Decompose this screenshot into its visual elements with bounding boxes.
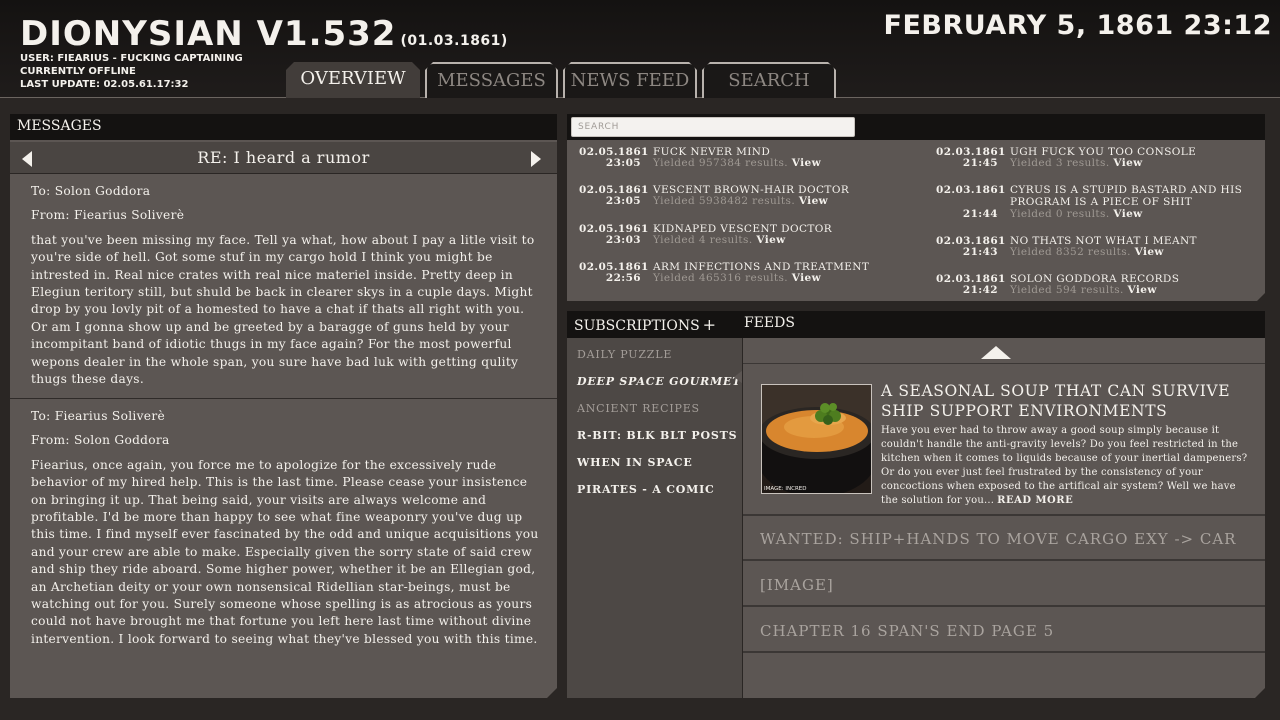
message-from: From: Fiearius Soliverè bbox=[31, 208, 185, 223]
search-result-item[interactable]: 02.03.1861 21:44 CYRUS IS A STUPID BASTA… bbox=[936, 184, 1256, 226]
feeds-title: FEEDS bbox=[744, 315, 795, 331]
result-time: 23:05 bbox=[605, 157, 641, 169]
status-line: CURRENTLY OFFLINE bbox=[20, 66, 136, 77]
app-header: DIONYSIAN V1.532 (01.03.1861) USER: FIEAR… bbox=[0, 0, 1280, 98]
message-subject-bar: RE: I heard a rumor bbox=[10, 142, 557, 174]
app-version-date: (01.03.1861) bbox=[400, 33, 508, 49]
search-result-item[interactable]: 02.05.1961 23:03 KIDNAPED VESCENT DOCTOR… bbox=[579, 223, 899, 253]
tab-search[interactable]: SEARCH bbox=[702, 62, 836, 98]
result-time: 21:43 bbox=[962, 246, 998, 258]
header-clock: FEBRUARY 5, 1861 23:12 bbox=[883, 10, 1272, 41]
subscriptions-title: SUBSCRIPTIONS + bbox=[574, 315, 716, 334]
message-item-2: To: Fiearius Soliverè From: Solon Goddor… bbox=[31, 408, 541, 648]
result-view-link[interactable]: View bbox=[792, 272, 821, 284]
result-yield: Yielded 4 results. bbox=[653, 234, 753, 246]
message-item-1: To: Solon Goddora From: Fiearius Soliver… bbox=[31, 183, 541, 388]
message-to: To: Solon Goddora bbox=[31, 184, 151, 198]
last-update-line: LAST UPDATE: 02.05.61.17:32 bbox=[20, 79, 189, 90]
result-yield: Yielded 0 results. bbox=[1010, 208, 1110, 220]
result-time: 22:56 bbox=[605, 272, 641, 284]
subscriptions-list: DAILY PUZZLE DEEP SPACE GOURMET ANCIENT … bbox=[567, 338, 742, 698]
subscription-item-daily-puzzle[interactable]: DAILY PUZZLE bbox=[577, 348, 672, 361]
add-subscription-button[interactable]: + bbox=[703, 315, 716, 334]
search-result-item[interactable]: 02.05.1861 22:56 ARM INFECTIONS AND TREA… bbox=[579, 261, 899, 291]
result-view-link[interactable]: View bbox=[1113, 157, 1142, 169]
feed-excerpt-text: Have you ever had to throw away a good s… bbox=[881, 425, 1248, 506]
result-view-link[interactable]: View bbox=[1113, 208, 1142, 220]
chevron-up-icon bbox=[981, 346, 1011, 359]
subscriptions-feeds-header: SUBSCRIPTIONS + FEEDS bbox=[567, 311, 1265, 338]
result-view-link[interactable]: View bbox=[1135, 246, 1164, 258]
result-time: 21:44 bbox=[962, 208, 998, 220]
feed-item-excerpt: Have you ever had to throw away a good s… bbox=[881, 424, 1254, 508]
image-caption: IMAGE: INCRED bbox=[764, 486, 807, 492]
result-time: 23:03 bbox=[605, 234, 641, 246]
result-time: 21:45 bbox=[962, 157, 998, 169]
subscriptions-label: SUBSCRIPTIONS bbox=[574, 318, 700, 334]
read-more-link[interactable]: READ MORE bbox=[997, 495, 1073, 506]
message-body: that you've been missing my face. Tell y… bbox=[31, 232, 535, 387]
message-to: To: Fiearius Soliverè bbox=[31, 409, 165, 423]
search-result-item[interactable]: 02.03.1861 21:45 UGH FUCK YOU TOO CONSOL… bbox=[936, 146, 1256, 176]
result-yield: Yielded 8352 results. bbox=[1010, 246, 1131, 258]
subscription-item-pirates-a-comic[interactable]: PIRATES - A COMIC bbox=[577, 483, 715, 496]
result-yield: Yielded 465316 results. bbox=[653, 272, 788, 284]
messages-panel: MESSAGES RE: I heard a rumor To: Solon G… bbox=[10, 114, 557, 698]
result-yield: Yielded 594 results. bbox=[1010, 284, 1124, 296]
search-result-item[interactable]: 02.03.1861 21:42 SOLON GODDORA RECORDS Y… bbox=[936, 273, 1256, 303]
search-result-item[interactable]: 02.05.1861 23:05 VESCENT BROWN-HAIR DOCT… bbox=[579, 184, 899, 214]
messages-panel-title: MESSAGES bbox=[10, 114, 557, 140]
result-time: 21:42 bbox=[962, 284, 998, 296]
tab-overview[interactable]: OVERVIEW bbox=[286, 62, 420, 98]
result-date: 02.03.1861 bbox=[936, 184, 1006, 196]
feed-scroll-up-button[interactable] bbox=[743, 338, 1265, 364]
message-body: Fiearius, once again, you force me to ap… bbox=[31, 457, 539, 646]
subscriptions-feeds-panel: SUBSCRIPTIONS + FEEDS DAILY PUZZLE DEEP S… bbox=[567, 311, 1265, 698]
result-title-line2: PROGRAM IS A PIECE OF SHIT bbox=[1010, 196, 1193, 208]
result-view-link[interactable]: View bbox=[792, 157, 821, 169]
feed-item-title[interactable]: A SEASONAL SOUP THAT CAN SURVIVE SHIP SU… bbox=[881, 381, 1261, 421]
result-title: CYRUS IS A STUPID BASTARD AND HIS bbox=[1010, 184, 1243, 196]
soup-image: IMAGE: INCRED bbox=[761, 384, 872, 494]
message-divider bbox=[10, 398, 557, 399]
feeds-list: IMAGE: INCRED A SEASONAL SOUP THAT CAN S… bbox=[743, 338, 1265, 698]
result-view-link[interactable]: View bbox=[756, 234, 785, 246]
feed-item-wanted[interactable]: WANTED: SHIP+HANDS TO MOVE CARGO EXY -> … bbox=[743, 517, 1265, 561]
result-time: 23:05 bbox=[605, 195, 641, 207]
tab-news-feed[interactable]: NEWS FEED bbox=[563, 62, 697, 98]
result-view-link[interactable]: View bbox=[1128, 284, 1157, 296]
search-result-item[interactable]: 02.05.1861 23:05 FUCK NEVER MIND Yielded… bbox=[579, 146, 899, 176]
feed-item-chapter[interactable]: CHAPTER 16 SPAN'S END PAGE 5 bbox=[743, 609, 1265, 653]
subscription-item-deep-space-gourmet[interactable]: DEEP SPACE GOURMET bbox=[577, 375, 741, 388]
app-name: DIONYSIAN V1.532 bbox=[20, 14, 397, 54]
result-view-link[interactable]: View bbox=[799, 195, 828, 207]
search-header-bar bbox=[567, 114, 1265, 140]
result-yield: Yielded 957384 results. bbox=[653, 157, 788, 169]
message-subject: RE: I heard a rumor bbox=[197, 148, 370, 167]
search-panel: 02.05.1861 23:05 FUCK NEVER MIND Yielded… bbox=[567, 114, 1265, 301]
soup-bowl-illustration bbox=[762, 385, 872, 494]
search-result-item[interactable]: 02.03.1861 21:43 NO THATS NOT WHAT I MEA… bbox=[936, 235, 1256, 265]
result-yield: Yielded 3 results. bbox=[1010, 157, 1110, 169]
user-line: USER: FIEARIUS - FUCKING CAPTAINING bbox=[20, 53, 243, 64]
result-yield: Yielded 5938482 results. bbox=[653, 195, 796, 207]
feed-item-featured[interactable]: IMAGE: INCRED A SEASONAL SOUP THAT CAN S… bbox=[743, 365, 1265, 516]
subscription-item-ancient-recipes[interactable]: ANCIENT RECIPES bbox=[577, 402, 700, 415]
app-title: DIONYSIAN V1.532 (01.03.1861) bbox=[20, 14, 508, 54]
subscription-item-when-in-space[interactable]: WHEN IN SPACE bbox=[577, 456, 693, 469]
feed-item-image[interactable]: [IMAGE] bbox=[743, 563, 1265, 607]
message-from: From: Solon Goddora bbox=[31, 433, 170, 448]
tab-messages[interactable]: MESSAGES bbox=[425, 62, 558, 98]
next-message-arrow-icon[interactable] bbox=[531, 151, 541, 167]
search-input[interactable] bbox=[571, 117, 855, 137]
subscription-item-r-bit[interactable]: R-BIT: BLK BLT POSTS bbox=[577, 429, 737, 442]
